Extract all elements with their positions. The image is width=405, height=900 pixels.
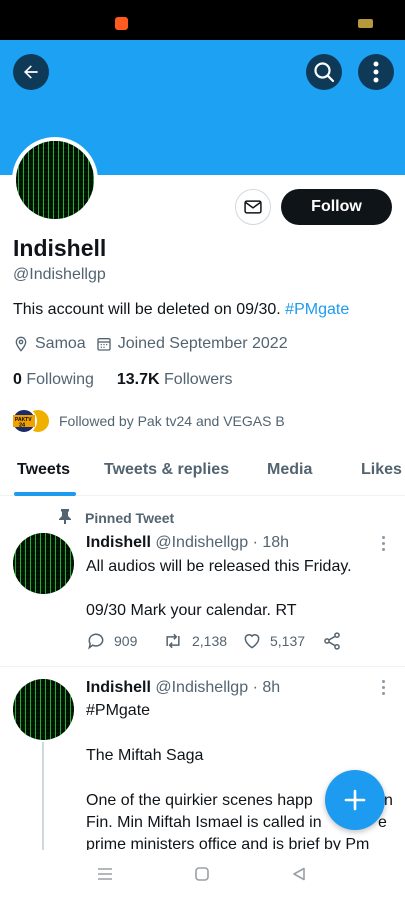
compose-tweet-button[interactable] [325, 770, 385, 830]
retweet-icon [166, 633, 180, 649]
back-triangle-icon[interactable] [292, 867, 306, 881]
tweet-avatar[interactable] [13, 533, 74, 594]
back-button[interactable] [13, 54, 49, 90]
search-button[interactable] [306, 54, 342, 90]
thread-line [42, 742, 44, 862]
retweet-button[interactable]: 2,138 [162, 631, 242, 651]
profile-avatar[interactable] [12, 137, 98, 223]
followed-by-text: Followed by Pak tv24 and VEGAS B [59, 413, 285, 429]
tweet-avatar[interactable] [13, 679, 74, 740]
tab-tweets[interactable]: Tweets [17, 461, 70, 479]
location-text: Samoa [35, 335, 86, 352]
notification-app-icon [115, 17, 128, 30]
battery-icon [358, 19, 373, 28]
follow-counts: 0 Following 13.7K Followers [13, 371, 232, 389]
tweet-text-line: All audios will be released this Friday. [86, 558, 352, 575]
tweet-divider [0, 666, 405, 667]
status-bar [0, 0, 405, 40]
tweet-more-icon[interactable] [378, 536, 388, 554]
follow-button[interactable]: Follow [281, 189, 392, 225]
profile-handle: @Indishellgp [13, 266, 106, 283]
pin-icon [58, 508, 72, 527]
svg-text:24: 24 [19, 423, 26, 429]
system-nav-bar [0, 850, 405, 900]
more-vertical-icon [373, 61, 379, 83]
tweet-text-line: prime ministers office and is brief by P… [86, 836, 370, 850]
more-options-button[interactable] [358, 54, 394, 90]
search-icon [314, 62, 335, 83]
bio-text: This account will be deleted on 09/30. [13, 301, 286, 318]
tab-tweets-replies[interactable]: Tweets & replies [104, 461, 229, 479]
plus-icon [344, 789, 366, 811]
tweet-text-line: Fin. Min Miftah Ismael is called in [86, 814, 322, 831]
tweet-text-line: The Miftah Saga [86, 747, 204, 764]
back-arrow-icon [24, 65, 38, 79]
bio-hashtag-link[interactable]: #PMgate [285, 301, 349, 318]
menu-icon[interactable] [97, 867, 113, 881]
location-pin-icon [13, 336, 29, 352]
pinned-label: Pinned Tweet [58, 508, 174, 527]
tweet-hashtag-link[interactable]: #PMgate [86, 700, 150, 722]
share-icon [324, 632, 340, 650]
share-button[interactable] [322, 631, 350, 651]
home-square-icon[interactable] [195, 867, 209, 881]
envelope-icon [244, 200, 262, 214]
tweet-text-line: One of the quirkier scenes happ [86, 792, 313, 809]
tweet-text-fragment: n [384, 792, 393, 809]
tweet-more-icon[interactable] [378, 680, 388, 698]
profile-name: Indishell [13, 235, 107, 261]
joined-text: Joined September 2022 [117, 335, 288, 352]
tab-media[interactable]: Media [267, 461, 312, 479]
like-button[interactable]: 5,137 [242, 631, 322, 651]
active-tab-indicator [14, 492, 76, 496]
message-button[interactable] [235, 189, 271, 225]
profile-meta: Samoa Joined September 2022 [13, 335, 288, 353]
profile-bio: This account will be deleted on 09/30. #… [13, 301, 349, 319]
profile-tabs: Tweets Tweets & replies Media Likes [0, 450, 405, 496]
tab-likes[interactable]: Likes [361, 461, 402, 479]
tweet-header: Indishell @Indishellgp · 8h [86, 679, 281, 696]
matrix-image [16, 141, 94, 219]
tweet-actions: 909 2,138 5,137 [86, 631, 350, 651]
follower-avatar-paktv: PAKTV 24 [11, 408, 37, 434]
reply-icon [88, 633, 104, 650]
heart-icon [244, 634, 260, 649]
tweet-header: Indishell @Indishellgp · 18h [86, 534, 290, 551]
followed-by[interactable]: PAKTV 24 Followed by Pak tv24 and VEGAS B [11, 408, 285, 434]
followers-link[interactable]: 13.7K Followers [117, 371, 233, 388]
following-link[interactable]: 0 Following [13, 371, 94, 388]
calendar-icon [96, 336, 112, 352]
reply-button[interactable]: 909 [86, 631, 162, 651]
tweet-text-line: 09/30 Mark your calendar. RT [86, 602, 297, 619]
